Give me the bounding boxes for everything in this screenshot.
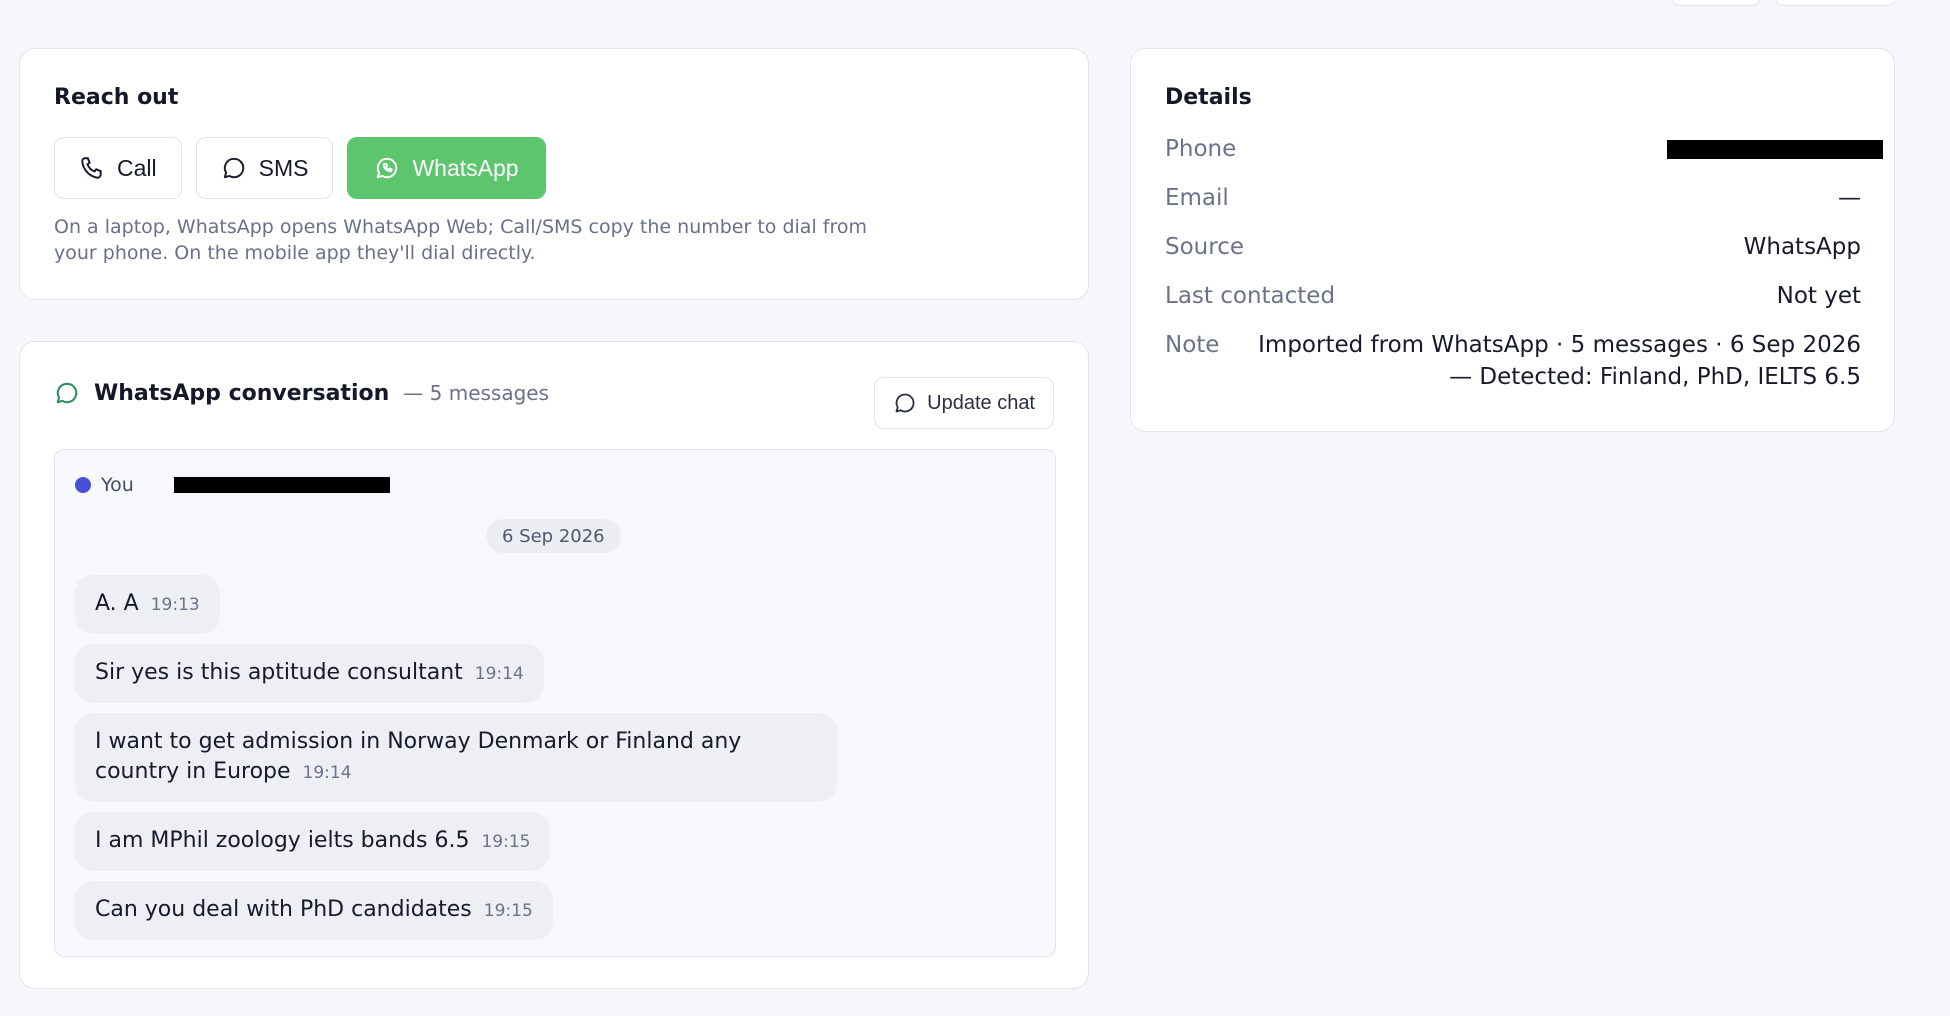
note-label: Note xyxy=(1165,332,1220,358)
note-value: Imported from WhatsApp · 5 messages · 6 … xyxy=(1258,332,1861,390)
message-time: 19:15 xyxy=(483,901,533,921)
message-text: Sir yes is this aptitude consultant xyxy=(95,660,463,685)
top-button-stub-1[interactable] xyxy=(1672,0,1760,6)
message-time: 19:13 xyxy=(150,595,200,615)
message-text: A. A xyxy=(95,591,139,616)
source-value: WhatsApp xyxy=(1743,234,1861,260)
email-value: — xyxy=(1838,185,1861,211)
detail-row-phone: Phone xyxy=(1165,133,1883,165)
conversation-header: WhatsApp conversation — 5 messages xyxy=(54,380,549,406)
whatsapp-conversation-card: WhatsApp conversation — 5 messages Updat… xyxy=(19,341,1089,989)
update-chat-label: Update chat xyxy=(927,391,1035,414)
message-count: — 5 messages xyxy=(403,381,550,405)
chat-bubble-icon xyxy=(223,157,244,179)
message-time: 19:15 xyxy=(481,832,531,852)
sms-label: SMS xyxy=(258,154,309,181)
message-text: Can you deal with PhD candidates xyxy=(95,897,472,922)
whatsapp-label: WhatsApp xyxy=(412,154,519,181)
reach-out-buttons: Call SMS WhatsApp xyxy=(54,137,546,199)
chat-transcript[interactable]: You 6 Sep 2026 A. A 19:13 Sir yes is this… xyxy=(54,449,1056,957)
message-bubble: Sir yes is this aptitude consultant 19:14 xyxy=(75,644,544,703)
chat-bubble-icon xyxy=(895,393,915,413)
detail-row-source: Source WhatsApp xyxy=(1165,231,1861,263)
call-button[interactable]: Call xyxy=(54,137,182,199)
top-button-stub-2[interactable] xyxy=(1775,0,1895,6)
message-time: 19:14 xyxy=(474,664,524,684)
redacted-phone-number xyxy=(1667,140,1883,159)
detail-row-note: Note Imported from WhatsApp · 5 messages… xyxy=(1165,329,1861,393)
you-label: You xyxy=(101,474,134,496)
sender-legend: You xyxy=(75,474,390,496)
last-contacted-value: Not yet xyxy=(1776,283,1861,309)
email-label: Email xyxy=(1165,185,1229,211)
phone-icon xyxy=(81,157,102,179)
chat-bubble-icon xyxy=(56,382,78,404)
reach-out-hint: On a laptop, WhatsApp opens WhatsApp Web… xyxy=(54,216,867,264)
details-rows: Phone Email — Source WhatsApp Last conta… xyxy=(1165,133,1883,410)
last-contacted-label: Last contacted xyxy=(1165,283,1336,309)
detail-row-email: Email — xyxy=(1165,182,1861,214)
conversation-title: WhatsApp conversation xyxy=(94,380,390,406)
message-bubble: Can you deal with PhD candidates 19:15 xyxy=(75,881,553,940)
call-label: Call xyxy=(117,154,157,181)
you-dot xyxy=(75,477,91,493)
message-list: A. A 19:13 Sir yes is this aptitude consu… xyxy=(75,575,837,940)
message-text: I want to get admission in Norway Denmar… xyxy=(95,729,742,784)
phone-label: Phone xyxy=(1165,136,1237,162)
details-title: Details xyxy=(1165,85,1252,110)
reach-out-card: Reach out Call SMS WhatsApp On a laptop,… xyxy=(19,48,1089,300)
source-label: Source xyxy=(1165,234,1244,260)
date-separator: 6 Sep 2026 xyxy=(486,519,621,553)
detail-row-last-contacted: Last contacted Not yet xyxy=(1165,280,1861,312)
message-time: 19:14 xyxy=(302,763,352,783)
message-text: I am MPhil zoology ielts bands 6.5 xyxy=(95,828,470,853)
whatsapp-button[interactable]: WhatsApp xyxy=(347,137,546,199)
message-bubble: I am MPhil zoology ielts bands 6.5 19:15 xyxy=(75,812,551,871)
message-bubble: I want to get admission in Norway Denmar… xyxy=(75,713,837,802)
details-card: Details Phone Email — Source WhatsApp La… xyxy=(1130,48,1895,432)
redacted-contact-number xyxy=(173,477,390,493)
update-chat-button[interactable]: Update chat xyxy=(874,377,1054,429)
message-bubble: A. A 19:13 xyxy=(75,575,220,634)
whatsapp-icon xyxy=(377,157,398,179)
reach-out-title: Reach out xyxy=(54,85,179,110)
sms-button[interactable]: SMS xyxy=(195,137,334,199)
